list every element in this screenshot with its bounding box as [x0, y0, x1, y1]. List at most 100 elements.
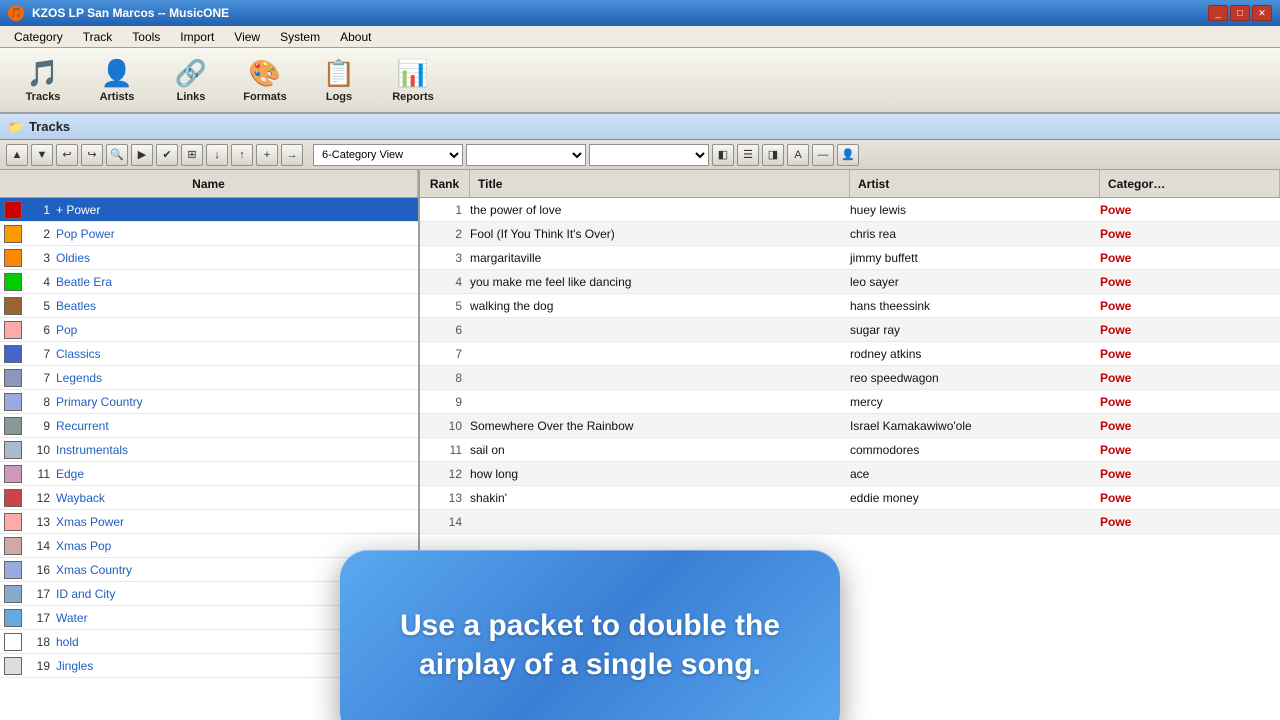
sort-up-button[interactable]: ↑: [231, 144, 253, 166]
track-title: the power of love: [470, 203, 850, 217]
align-left-button[interactable]: ◧: [712, 144, 734, 166]
category-name: Wayback: [56, 491, 418, 505]
title-bar-text: KZOS LP San Marcos -- MusicONE: [32, 6, 229, 20]
menu-view[interactable]: View: [224, 28, 270, 46]
category-color-swatch: [4, 609, 22, 627]
align-center-button[interactable]: ☰: [737, 144, 759, 166]
list-item[interactable]: 7Classics: [0, 342, 418, 366]
align-right-button[interactable]: ◨: [762, 144, 784, 166]
close-button[interactable]: ✕: [1252, 5, 1272, 21]
list-item[interactable]: 13Xmas Power: [0, 510, 418, 534]
category-number: 1: [26, 203, 56, 217]
track-rank: 11: [420, 443, 470, 457]
track-category: Powe: [1100, 299, 1280, 313]
menu-tools[interactable]: Tools: [122, 28, 170, 46]
minimize-button[interactable]: _: [1208, 5, 1228, 21]
category-list-header: Name: [0, 170, 418, 198]
filter-select[interactable]: [466, 144, 586, 166]
list-item[interactable]: 11Edge: [0, 462, 418, 486]
list-item[interactable]: 1+ Power: [0, 198, 418, 222]
list-item[interactable]: 12Wayback: [0, 486, 418, 510]
nav-down-button[interactable]: ▼: [31, 144, 53, 166]
table-row[interactable]: 2Fool (If You Think It's Over)chris reaP…: [420, 222, 1280, 246]
line-button[interactable]: —: [812, 144, 834, 166]
table-row[interactable]: 7rodney atkinsPowe: [420, 342, 1280, 366]
list-item[interactable]: 4Beatle Era: [0, 270, 418, 294]
list-item[interactable]: 8Primary Country: [0, 390, 418, 414]
category-column-header[interactable]: Categor…: [1100, 170, 1280, 197]
add-button[interactable]: +: [256, 144, 278, 166]
table-row[interactable]: 8reo speedwagonPowe: [420, 366, 1280, 390]
arrow-right-button[interactable]: →: [281, 144, 303, 166]
list-item[interactable]: 7Legends: [0, 366, 418, 390]
track-artist: ace: [850, 467, 1100, 481]
user-button[interactable]: 👤: [837, 144, 859, 166]
table-row[interactable]: 6sugar rayPowe: [420, 318, 1280, 342]
category-number: 12: [26, 491, 56, 505]
tracks-button[interactable]: 🎵 Tracks: [8, 51, 78, 109]
list-item[interactable]: 2Pop Power: [0, 222, 418, 246]
category-number: 2: [26, 227, 56, 241]
category-name: Edge: [56, 467, 418, 481]
category-color-swatch: [4, 441, 22, 459]
table-row[interactable]: 5walking the doghans theessinkPowe: [420, 294, 1280, 318]
table-row[interactable]: 11sail oncommodoresPowe: [420, 438, 1280, 462]
table-row[interactable]: 1the power of lovehuey lewisPowe: [420, 198, 1280, 222]
track-category: Powe: [1100, 467, 1280, 481]
list-item[interactable]: 10Instrumentals: [0, 438, 418, 462]
grid-button[interactable]: ⊞: [181, 144, 203, 166]
table-row[interactable]: 10Somewhere Over the RainbowIsrael Kamak…: [420, 414, 1280, 438]
category-name: Beatle Era: [56, 275, 418, 289]
sort-select[interactable]: [589, 144, 709, 166]
artists-button[interactable]: 👤 Artists: [82, 51, 152, 109]
track-title: Fool (If You Think It's Over): [470, 227, 850, 241]
menu-system[interactable]: System: [270, 28, 330, 46]
track-artist: sugar ray: [850, 323, 1100, 337]
menu-track[interactable]: Track: [73, 28, 123, 46]
maximize-button[interactable]: □: [1230, 5, 1250, 21]
list-item[interactable]: 9Recurrent: [0, 414, 418, 438]
nav-up-button[interactable]: ▲: [6, 144, 28, 166]
toolbar2: ▲ ▼ ↩ ↪ 🔍 ▶ ✔ ⊞ ↓ ↑ + → 6-Category View …: [0, 140, 1280, 170]
table-row[interactable]: 13shakin'eddie moneyPowe: [420, 486, 1280, 510]
name-column-header[interactable]: Name: [0, 170, 418, 197]
list-item[interactable]: 5Beatles: [0, 294, 418, 318]
title-bar: 🎵 KZOS LP San Marcos -- MusicONE _ □ ✕: [0, 0, 1280, 26]
menu-about[interactable]: About: [330, 28, 381, 46]
table-row[interactable]: 9mercyPowe: [420, 390, 1280, 414]
track-category: Powe: [1100, 323, 1280, 337]
menu-import[interactable]: Import: [170, 28, 224, 46]
track-rank: 3: [420, 251, 470, 265]
list-item[interactable]: 6Pop: [0, 318, 418, 342]
play-button[interactable]: ▶: [131, 144, 153, 166]
formats-icon: 🎨: [249, 58, 281, 89]
category-name: Recurrent: [56, 419, 418, 433]
sort-down-button[interactable]: ↓: [206, 144, 228, 166]
logs-button[interactable]: 📋 Logs: [304, 51, 374, 109]
check-button[interactable]: ✔: [156, 144, 178, 166]
track-list-header: Rank Title Artist Categor…: [420, 170, 1280, 198]
table-row[interactable]: 4you make me feel like dancingleo sayerP…: [420, 270, 1280, 294]
links-button[interactable]: 🔗 Links: [156, 51, 226, 109]
list-item[interactable]: 3Oldies: [0, 246, 418, 270]
track-title: walking the dog: [470, 299, 850, 313]
view-select[interactable]: 6-Category View 5-Category View 4-Catego…: [313, 144, 463, 166]
artist-column-header[interactable]: Artist: [850, 170, 1100, 197]
search-button[interactable]: 🔍: [106, 144, 128, 166]
table-row[interactable]: 12how longacePowe: [420, 462, 1280, 486]
track-rank: 8: [420, 371, 470, 385]
rank-column-header[interactable]: Rank: [420, 170, 470, 197]
table-row[interactable]: 14Powe: [420, 510, 1280, 534]
formats-button[interactable]: 🎨 Formats: [230, 51, 300, 109]
category-number: 7: [26, 347, 56, 361]
table-row[interactable]: 3margaritavillejimmy buffettPowe: [420, 246, 1280, 270]
track-rank: 10: [420, 419, 470, 433]
title-column-header[interactable]: Title: [470, 170, 850, 197]
text-button[interactable]: A: [787, 144, 809, 166]
track-rank: 14: [420, 515, 470, 529]
logs-label: Logs: [326, 91, 352, 103]
menu-category[interactable]: Category: [4, 28, 73, 46]
undo-button[interactable]: ↩: [56, 144, 78, 166]
reports-button[interactable]: 📊 Reports: [378, 51, 448, 109]
redo-button[interactable]: ↪: [81, 144, 103, 166]
